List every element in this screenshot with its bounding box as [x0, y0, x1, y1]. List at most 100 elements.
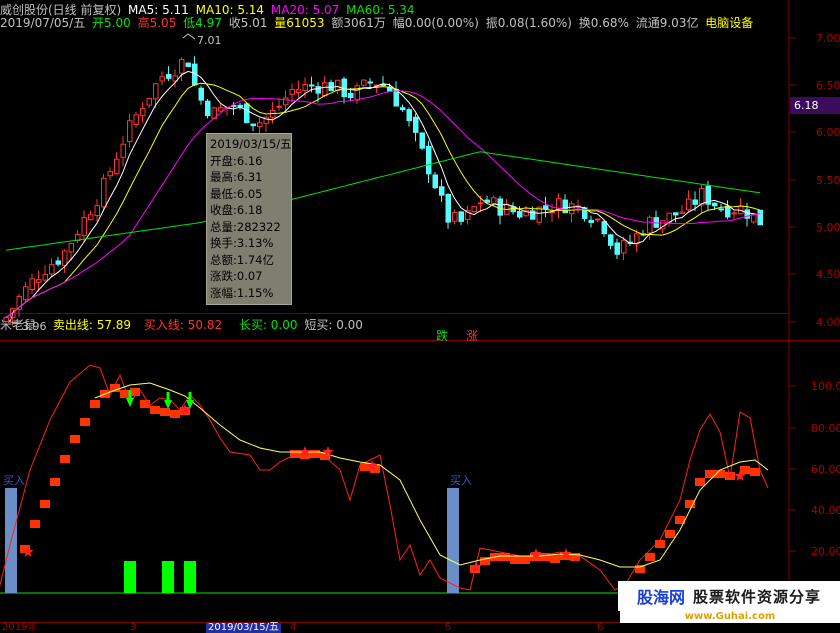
ma10-line — [5, 82, 761, 318]
buy-line-step — [150, 406, 160, 414]
buy-line-step — [695, 478, 705, 486]
candle-body — [94, 205, 100, 216]
date-axis: 2019年 3 2019/03/15/五 4 5 6 — [0, 623, 840, 633]
long-buy-bar — [162, 561, 174, 593]
tooltip-date: 2019/03/15/五 — [210, 137, 292, 151]
sell-line — [94, 382, 769, 568]
buy-line-step — [750, 468, 760, 476]
candle-body — [621, 239, 627, 254]
price-tick: 5.00 — [816, 221, 840, 234]
date-axis-month: 6 — [597, 622, 604, 633]
date-axis-month: 3 — [130, 622, 137, 633]
ma5-line — [5, 70, 761, 318]
candle-body — [88, 214, 94, 221]
candle-body — [296, 89, 302, 94]
buy-line-step — [665, 530, 675, 538]
candle-body — [432, 174, 438, 189]
price-axis-ticks — [789, 37, 796, 552]
candle-body — [445, 194, 451, 223]
low-price-label: 3.96 — [22, 320, 47, 333]
candle-body — [361, 79, 367, 86]
price-tick: 6.50 — [816, 79, 840, 92]
tooltip-change: 涨跌:0.07 — [210, 269, 263, 283]
tooltip-close: 收盘:6.18 — [210, 203, 263, 217]
indicator-tick: 60.00 — [811, 463, 840, 476]
candle-body — [497, 198, 503, 216]
candle-body — [595, 218, 601, 221]
tooltip-turnover: 换手:3.13% — [210, 236, 274, 250]
tooltip-low: 最低:6.05 — [210, 186, 263, 201]
candle-body — [42, 273, 48, 281]
candle-info-tooltip: 2019/03/15/五 开盘:6.16 最高:6.31 最低:6.05 收盘:… — [206, 133, 292, 305]
high-price-label: 7.01 — [197, 34, 222, 47]
tooltip-pct: 涨幅:1.15% — [210, 285, 274, 300]
candle-body — [309, 84, 315, 87]
candle-body — [419, 132, 425, 149]
candle-body — [185, 62, 191, 68]
candle-body — [244, 103, 250, 124]
candle-body — [666, 212, 672, 223]
indicator-tick: 20.00 — [811, 545, 840, 558]
candle-body — [458, 211, 464, 222]
indicator-panel — [0, 364, 769, 595]
candle-body — [101, 177, 107, 208]
indicator-tick: 100.00 — [811, 380, 840, 393]
price-tick: 6.00 — [816, 126, 840, 139]
candle-body — [205, 100, 211, 117]
tooltip-open: 开盘:6.16 — [210, 153, 263, 168]
candle-body — [81, 217, 87, 236]
current-price-tag: 6.18 — [790, 97, 840, 114]
candle-body — [62, 250, 68, 267]
candle-body — [601, 221, 607, 235]
candle-body — [712, 202, 718, 207]
candle-body — [23, 286, 29, 301]
candle-body — [413, 116, 419, 133]
candle-body — [718, 208, 724, 211]
candle-body — [36, 279, 42, 283]
buy-line-step — [50, 478, 60, 486]
buy-line-step — [510, 556, 520, 564]
grid — [0, 0, 840, 623]
buy-line-step — [70, 435, 80, 443]
stock-chart-window: 威创股份(日线 前复权) MA5: 5.11 MA10: 5.14 MA20: … — [0, 0, 840, 633]
candle-body — [107, 171, 113, 177]
candle-body — [237, 104, 243, 108]
candle-body — [276, 105, 282, 108]
date-axis-cursor: 2019/03/15/五 — [206, 622, 282, 633]
long-buy-bar — [124, 561, 136, 593]
candle-body — [731, 212, 737, 215]
price-tick: 7.00 — [816, 32, 840, 45]
candle-body — [614, 242, 620, 255]
candle-body — [49, 264, 55, 275]
ma20-line — [5, 90, 761, 318]
chart-canvas[interactable]: 7.00 6.50 6.00 5.50 5.00 4.50 4.00 100.0… — [0, 0, 840, 633]
candle-body — [289, 88, 295, 95]
candle-body — [647, 216, 653, 234]
watermark-banner: 股海网 股票软件资源分享 — [618, 581, 840, 611]
candle-body — [673, 212, 679, 216]
candle-body — [699, 188, 705, 206]
candle-body — [114, 158, 120, 175]
candle-body — [569, 203, 575, 215]
candle-body — [198, 87, 204, 101]
candle-body — [3, 316, 9, 323]
candle-body — [335, 79, 341, 91]
candle-body — [159, 76, 165, 82]
candle-body — [400, 107, 406, 111]
candle-body — [315, 86, 321, 94]
candle-body — [725, 205, 731, 218]
buy-signal-label: 买入 — [450, 474, 472, 487]
buy-line-step — [160, 408, 170, 416]
candlestick-series — [3, 56, 763, 326]
candle-body — [471, 206, 477, 212]
candle-body — [367, 81, 373, 84]
sell-arrow-icon — [186, 392, 194, 409]
buy-line-step — [550, 555, 560, 563]
candle-body — [250, 123, 256, 127]
watermark-site: 股海网 — [636, 588, 685, 607]
rise-tag: 涨 — [466, 329, 479, 343]
candle-body — [426, 145, 432, 175]
candle-body — [439, 186, 445, 196]
long-buy-bar — [184, 561, 196, 593]
candle-body — [692, 199, 698, 205]
